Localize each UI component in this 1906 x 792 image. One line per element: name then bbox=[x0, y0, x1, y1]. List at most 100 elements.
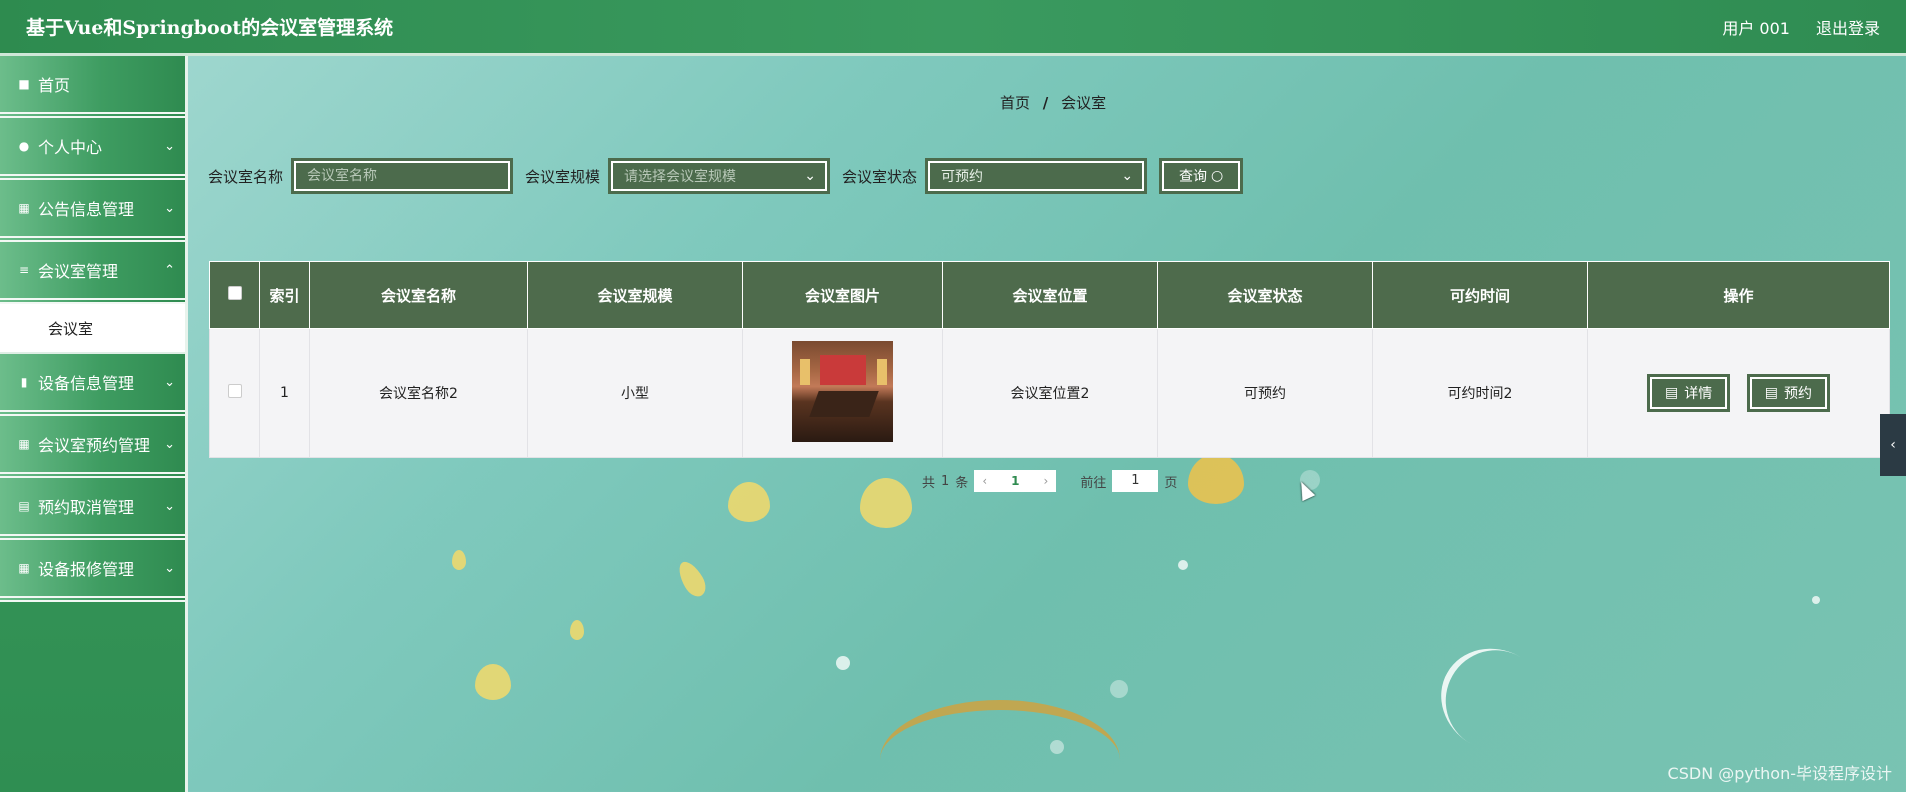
sidebar-item-label: 设备信息管理 bbox=[38, 374, 135, 393]
total-count: 1 bbox=[941, 473, 950, 489]
document-icon: ▤ bbox=[1665, 385, 1679, 401]
room-status-select[interactable]: 可预约 ⌄ bbox=[925, 158, 1148, 194]
query-button[interactable]: 查询 ○ bbox=[1159, 158, 1244, 194]
room-status-label: 会议室状态 bbox=[842, 167, 918, 186]
grid-icon: ▦ bbox=[18, 437, 30, 451]
sidebar: ■ 首页 ● 个人中心 ⌄ ▦ 公告信息管理 ⌄ ≡ 会议室管理 ⌃ 会议室 ▮… bbox=[0, 56, 188, 792]
column-header: 会议室状态 bbox=[1157, 261, 1373, 329]
room-status-value: 可预约 bbox=[941, 169, 984, 185]
page-suffix: 页 bbox=[1164, 475, 1178, 491]
goto-label: 前往 bbox=[1080, 475, 1107, 491]
sidebar-item-label: 会议室预约管理 bbox=[38, 436, 151, 455]
menu-icon: ≡ bbox=[18, 263, 30, 277]
prev-page-icon[interactable]: ‹ bbox=[982, 474, 987, 488]
breadcrumb-home[interactable]: 首页 bbox=[1000, 94, 1030, 112]
room-image[interactable] bbox=[792, 340, 893, 442]
chevron-up-icon: ⌃ bbox=[164, 262, 175, 278]
column-header: 会议室位置 bbox=[942, 261, 1158, 329]
query-button-label: 查询 bbox=[1179, 169, 1208, 185]
sidebar-item-repair[interactable]: ▦ 设备报修管理 ⌄ bbox=[0, 540, 185, 602]
collapse-panel-tab[interactable]: ‹ bbox=[1880, 414, 1906, 476]
grid-icon: ▦ bbox=[18, 201, 30, 215]
sidebar-item-notice[interactable]: ▦ 公告信息管理 ⌄ bbox=[0, 180, 185, 242]
row-room-status: 可预约 bbox=[1157, 328, 1373, 458]
current-page[interactable]: 1 bbox=[1011, 474, 1019, 488]
sidebar-item-home[interactable]: ■ 首页 bbox=[0, 56, 185, 118]
total-prefix: 共 bbox=[922, 475, 936, 491]
room-scale-select[interactable]: 请选择会议室规模 ⌄ bbox=[608, 158, 831, 194]
breadcrumb-current: 会议室 bbox=[1061, 94, 1107, 112]
column-header: 操作 bbox=[1587, 261, 1890, 329]
sidebar-item-label: 预约取消管理 bbox=[38, 498, 135, 517]
goto-page-input[interactable]: 1 bbox=[1112, 470, 1159, 492]
total-suffix: 条 bbox=[955, 475, 969, 491]
chevron-down-icon: ⌄ bbox=[164, 200, 175, 216]
row-checkbox[interactable] bbox=[227, 384, 242, 398]
sidebar-item-room-management[interactable]: ≡ 会议室管理 ⌃ bbox=[0, 242, 185, 304]
search-bar: 会议室名称 会议室规模 请选择会议室规模 ⌄ 会议室状态 可预约 ⌄ 查询 ○ bbox=[208, 158, 1244, 194]
table-header-row: 索引 会议室名称 会议室规模 会议室图片 会议室位置 会议室状态 可约时间 操作 bbox=[209, 261, 1890, 329]
next-page-icon[interactable]: › bbox=[1043, 474, 1048, 488]
chevron-down-icon: ⌄ bbox=[164, 138, 175, 154]
app-title: 基于Vue和Springboot的会议室管理系统 bbox=[26, 17, 394, 39]
sidebar-item-cancel[interactable]: ▤ 预约取消管理 ⌄ bbox=[0, 478, 185, 540]
mouse-cursor-icon bbox=[1294, 478, 1316, 502]
chevron-down-icon: ⌄ bbox=[804, 168, 817, 184]
row-room-scale: 小型 bbox=[527, 328, 743, 458]
row-actions: ▤ 详情 ▤ 预约 bbox=[1587, 328, 1890, 458]
top-header: 基于Vue和Springboot的会议室管理系统 用户 001 退出登录 bbox=[0, 0, 1906, 56]
column-header: 会议室名称 bbox=[309, 261, 528, 329]
watermark: CSDN @python-毕设程序设计 bbox=[1667, 764, 1892, 783]
sidebar-item-device[interactable]: ▮ 设备信息管理 ⌄ bbox=[0, 354, 185, 416]
logout-link[interactable]: 退出登录 bbox=[1816, 15, 1880, 39]
clipboard-icon: ▤ bbox=[18, 499, 30, 513]
room-name-field[interactable] bbox=[291, 158, 514, 194]
sidebar-item-profile[interactable]: ● 个人中心 ⌄ bbox=[0, 118, 185, 180]
table-row: 1 会议室名称2 小型 会议室位置2 可预约 可约时间2 ▤ 详情 ▤ 预约 bbox=[209, 328, 1890, 458]
search-icon: ○ bbox=[1211, 168, 1224, 184]
row-room-time: 可约时间2 bbox=[1372, 328, 1588, 458]
sidebar-item-label: 会议室管理 bbox=[38, 262, 119, 281]
user-icon: ● bbox=[18, 139, 30, 153]
home-icon: ■ bbox=[18, 77, 30, 91]
chevron-down-icon: ⌄ bbox=[1121, 168, 1134, 184]
grid-icon: ▦ bbox=[18, 561, 30, 575]
select-all-header[interactable] bbox=[209, 261, 260, 329]
chevron-down-icon: ⌄ bbox=[164, 374, 175, 390]
page-nav: ‹ 1 › bbox=[974, 470, 1057, 492]
column-header: 会议室规模 bbox=[527, 261, 743, 329]
sidebar-item-booking[interactable]: ▦ 会议室预约管理 ⌄ bbox=[0, 416, 185, 478]
row-room-name: 会议室名称2 bbox=[309, 328, 528, 458]
sidebar-item-label: 设备报修管理 bbox=[38, 560, 135, 579]
chevron-down-icon: ⌄ bbox=[164, 498, 175, 514]
chevron-down-icon: ⌄ bbox=[164, 560, 175, 576]
row-room-location: 会议室位置2 bbox=[942, 328, 1158, 458]
select-all-checkbox[interactable] bbox=[227, 286, 242, 300]
column-header: 会议室图片 bbox=[742, 261, 943, 329]
sidebar-subitem-room[interactable]: 会议室 bbox=[0, 304, 185, 354]
column-header: 可约时间 bbox=[1372, 261, 1588, 329]
sidebar-item-label: 公告信息管理 bbox=[38, 200, 135, 219]
user-name[interactable]: 用户 001 bbox=[1722, 15, 1790, 39]
room-name-label: 会议室名称 bbox=[208, 167, 284, 186]
column-header: 索引 bbox=[259, 261, 310, 329]
room-scale-placeholder: 请选择会议室规模 bbox=[624, 169, 737, 185]
sidebar-item-label: 个人中心 bbox=[38, 138, 103, 157]
document-icon: ▤ bbox=[1764, 385, 1778, 401]
row-index: 1 bbox=[259, 328, 310, 458]
row-select-cell bbox=[209, 328, 260, 458]
row-room-image-cell bbox=[742, 328, 943, 458]
chart-icon: ▮ bbox=[20, 375, 28, 389]
breadcrumb-separator: / bbox=[1042, 94, 1049, 112]
chevron-down-icon: ⌄ bbox=[164, 436, 175, 452]
chevron-left-icon: ‹ bbox=[1890, 437, 1896, 453]
detail-button-label: 详情 bbox=[1684, 386, 1713, 402]
room-scale-label: 会议室规模 bbox=[525, 167, 601, 186]
breadcrumb: 首页 / 会议室 bbox=[1000, 92, 1106, 113]
sidebar-item-label: 首页 bbox=[38, 76, 71, 95]
pagination: 共 1 条 ‹ 1 › 前往 1 页 bbox=[922, 470, 1177, 492]
detail-button[interactable]: ▤ 详情 bbox=[1647, 374, 1731, 412]
room-name-input[interactable] bbox=[307, 168, 498, 184]
book-button[interactable]: ▤ 预约 bbox=[1746, 374, 1830, 412]
book-button-label: 预约 bbox=[1783, 386, 1812, 402]
